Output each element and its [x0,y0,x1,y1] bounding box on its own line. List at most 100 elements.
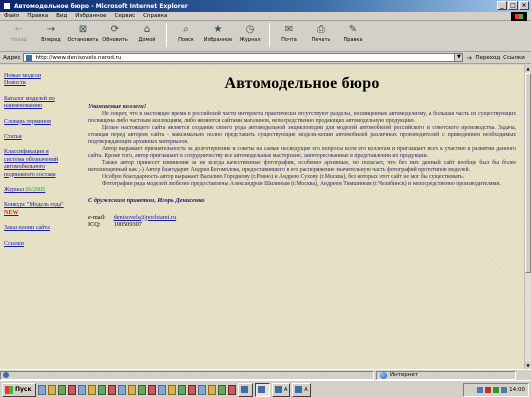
maximize-button[interactable]: □ [508,1,518,10]
new-badge: NEW [4,209,19,216]
printer-icon: ⎙ [317,23,325,35]
tray-app-icon[interactable] [493,387,500,393]
vertical-scrollbar[interactable]: ▲ ▼ [524,65,531,369]
tray-antivirus-icon[interactable] [485,387,492,393]
icq-number: 100509307 [113,220,142,228]
quicklaunch-app-icon[interactable] [68,384,76,395]
favorites-star-icon: ★ [213,23,223,35]
clock[interactable]: 14:00 [509,387,525,393]
menu-favorites[interactable]: Избранное [75,13,106,19]
quicklaunch-app-icon[interactable] [178,384,186,395]
internet-globe-icon [380,371,387,379]
ie-app-icon [3,2,11,10]
search-button[interactable]: ⌕ Поиск [171,23,201,49]
email-link[interactable]: denisovels@pochtamt.ru [114,214,177,221]
menu-view[interactable]: Вид [56,13,67,19]
start-button[interactable]: Пуск [2,382,36,397]
tray-network-icon[interactable] [477,387,484,393]
quicklaunch-app-icon[interactable] [168,384,176,395]
forward-label: Вперед [41,37,61,43]
ie-status-icon [3,372,9,378]
page-icon [26,54,33,61]
history-icon: ◷ [245,23,255,35]
taskbar-button[interactable]: А [292,382,311,397]
quicklaunch-app-icon[interactable] [58,384,66,395]
back-button[interactable]: ← Назад [4,23,34,49]
stop-button[interactable]: ⊠ Остановить [67,23,99,49]
quicklaunch-app-icon[interactable] [88,384,96,395]
page-viewport: Новые модели Новости Каталог моделей по … [0,65,524,369]
address-bar: Адрес http://www.denisovels.narod.ru ▼ ➜… [0,52,531,64]
quicklaunch-app-icon[interactable] [188,384,196,395]
home-icon: ⌂ [143,23,151,35]
print-button[interactable]: ⎙ Печать [306,23,336,49]
windows-logo-icon [511,12,527,21]
quicklaunch-app-icon[interactable] [108,384,116,395]
quicklaunch-app-icon[interactable] [158,384,166,395]
nav-link-new-models[interactable]: Новые модели [4,73,66,80]
task-ie-icon [258,386,265,393]
status-bar: Интернет [0,369,531,380]
menu-edit[interactable]: Правка [27,13,48,19]
mail-button[interactable]: ✉ Почта [274,23,304,49]
home-button[interactable]: ⌂ Домой [132,23,162,49]
tray-volume-icon[interactable] [501,387,508,393]
quicklaunch-folder-icon[interactable] [48,384,56,395]
paragraph: Не секрет, что в настоящее время в росси… [88,110,516,124]
favorites-button[interactable]: ★ Избранное [203,23,233,49]
stop-label: Остановить [67,37,99,43]
quicklaunch-app-icon[interactable] [78,384,86,395]
status-main [0,370,374,380]
window-controls: _ □ × [497,1,529,10]
nav-link-classification[interactable]: Классификация и система обозначений авто… [4,149,66,179]
quicklaunch-app-icon[interactable] [228,384,236,395]
refresh-button[interactable]: ⟳ Обновить [100,23,130,49]
search-label: Поиск [178,37,194,43]
close-button[interactable]: × [519,1,529,10]
quicklaunch-app-icon[interactable] [218,384,226,395]
window-titlebar[interactable]: Автомодельное бюро - Microsoft Internet … [0,0,531,12]
taskbar-button[interactable] [238,382,253,397]
history-button[interactable]: ◷ Журнал [235,23,265,49]
taskbar: Пуск А А 14:00 [0,380,531,398]
quicklaunch-app-icon[interactable] [208,384,216,395]
taskbar-button[interactable]: А [272,382,291,397]
minimize-button[interactable]: _ [497,1,507,10]
menu-file[interactable]: Файл [4,13,19,19]
nav-link-news[interactable]: Новости [4,80,66,87]
quicklaunch-app-icon[interactable] [118,384,126,395]
forward-button[interactable]: → Вперед [36,23,66,49]
nav-link-articles[interactable]: Статьи [4,134,66,141]
links-button[interactable]: Ссылки [503,55,525,61]
nav-link-magazine[interactable]: Журнал [4,187,24,193]
quicklaunch-app-icon[interactable] [198,384,206,395]
menu-help[interactable]: Справка [143,13,167,19]
quicklaunch-app-icon[interactable] [98,384,106,395]
taskbar-button-ie[interactable] [255,382,270,397]
quicklaunch-app-icon[interactable] [128,384,136,395]
nav-link-glossary[interactable]: Словарь терминов [4,119,66,126]
quicklaunch-app-icon[interactable] [148,384,156,395]
scrollbar-thumb[interactable] [525,73,531,273]
scroll-up-icon[interactable]: ▲ [525,65,531,72]
left-navigation: Новые модели Новости Каталог моделей по … [4,73,66,248]
address-dropdown-button[interactable]: ▼ [454,54,463,61]
scroll-down-icon[interactable]: ▼ [525,362,531,369]
address-input[interactable]: http://www.denisovels.narod.ru ▼ [23,53,464,62]
go-arrow-icon[interactable]: ➜ [466,54,472,62]
quicklaunch-app-icon[interactable] [138,384,146,395]
zone-label: Интернет [390,372,418,378]
search-icon: ⌕ [183,23,189,35]
task-app-icon [241,386,248,393]
nav-link-contest[interactable]: Конкурс "Модель года" [4,202,64,208]
menu-tools[interactable]: Сервис [115,13,136,19]
task-label: А [284,386,288,393]
go-button[interactable]: Переход [475,55,500,61]
nav-link-links[interactable]: Ссылки [4,241,66,248]
nav-link-order-copy[interactable]: Заказ копии сайта [4,225,66,232]
page-title: Автомодельное бюро [224,75,380,92]
nav-link-catalog[interactable]: Каталог моделей по наименованию [4,96,66,111]
quicklaunch-ie-icon[interactable] [38,384,46,395]
edit-button[interactable]: ✎ Правка [338,23,368,49]
mail-icon: ✉ [284,23,294,35]
